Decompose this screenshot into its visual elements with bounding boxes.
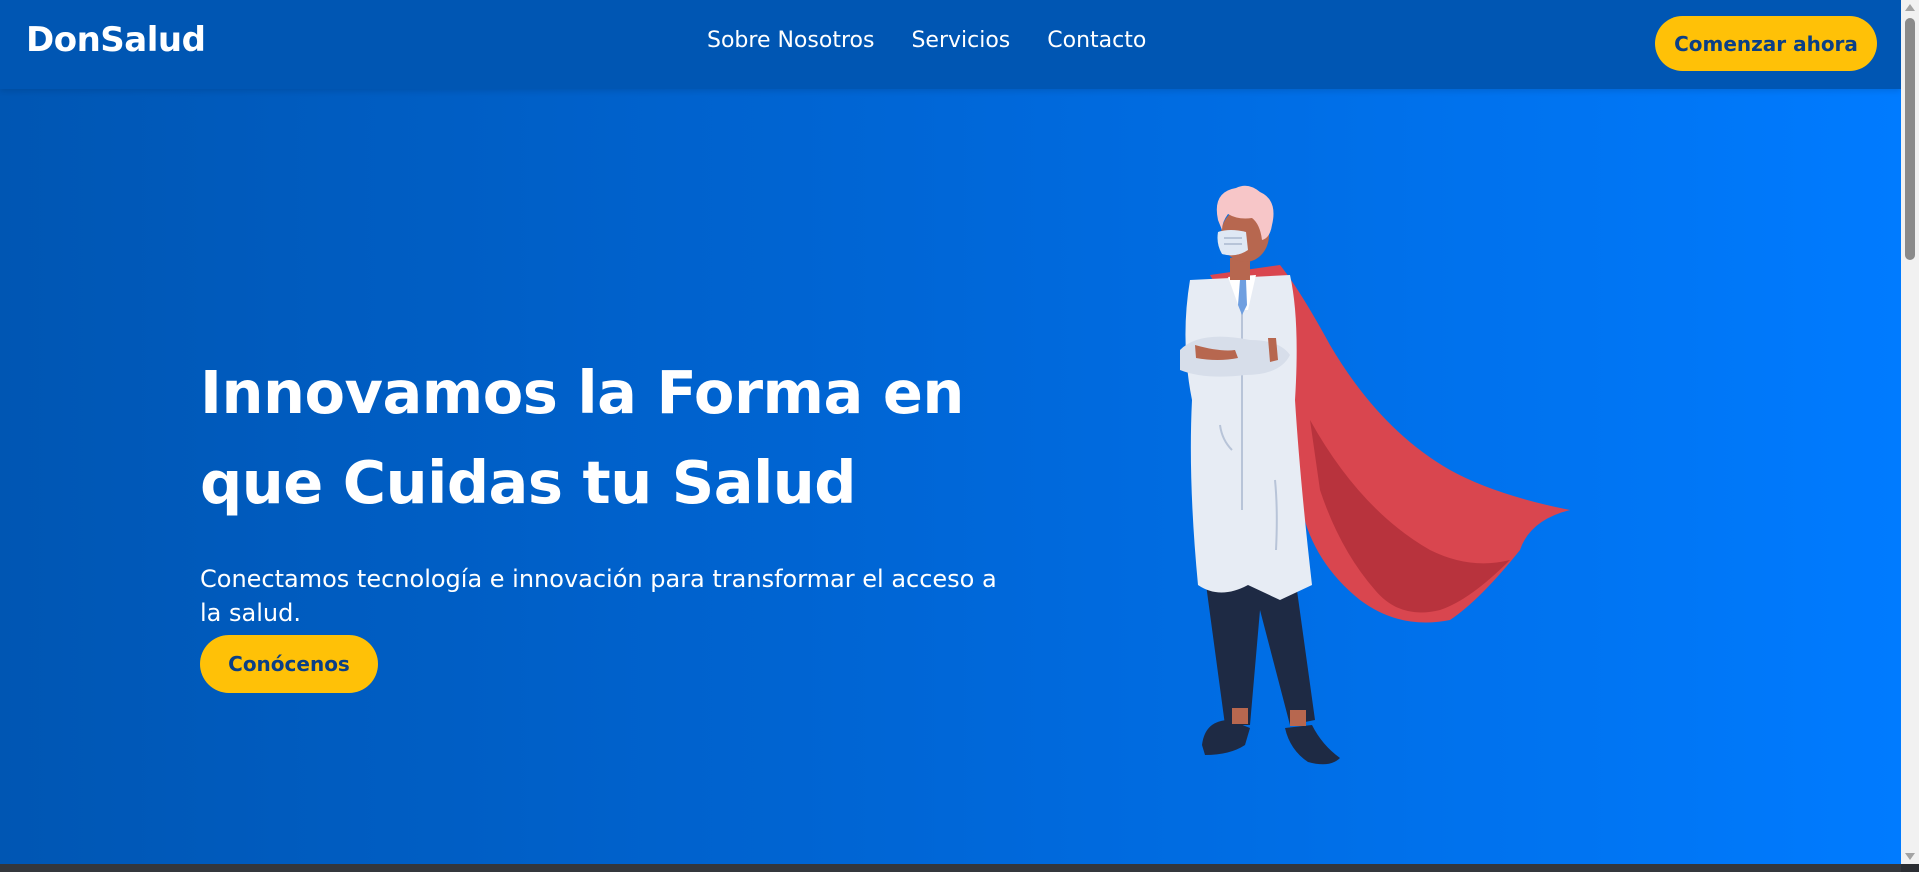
hero-title: Innovamos la Forma en que Cuidas tu Salu… — [200, 348, 1040, 528]
doctor-superhero-illustration — [1180, 185, 1570, 765]
hero-subtitle: Conectamos tecnología e innovación para … — [200, 565, 997, 627]
nav-links: Sobre Nosotros Servicios Contacto — [707, 28, 1146, 53]
nav-link-contacto[interactable]: Contacto — [1047, 28, 1146, 53]
vertical-scrollbar[interactable] — [1901, 0, 1919, 864]
comenzar-ahora-button[interactable]: Comenzar ahora — [1655, 16, 1877, 71]
hero-text: Innovamos la Forma en que Cuidas tu Salu… — [200, 348, 1040, 630]
hero-title-line1: Innovamos la Forma en — [200, 358, 964, 427]
chevron-down-icon[interactable] — [1905, 853, 1915, 860]
conocenos-button[interactable]: Conócenos — [200, 635, 378, 693]
brand-logo[interactable]: DonSalud — [26, 20, 206, 60]
scrollbar-thumb[interactable] — [1905, 18, 1915, 260]
nav-link-sobre-nosotros[interactable]: Sobre Nosotros — [707, 28, 874, 53]
next-section-edge — [0, 864, 1901, 872]
nav-link-servicios[interactable]: Servicios — [911, 28, 1010, 53]
chevron-up-icon[interactable] — [1905, 4, 1915, 11]
navbar: DonSalud Sobre Nosotros Servicios Contac… — [0, 0, 1901, 89]
hero-title-line2: que Cuidas tu Salud — [200, 448, 857, 517]
page: DonSalud Sobre Nosotros Servicios Contac… — [0, 0, 1901, 864]
